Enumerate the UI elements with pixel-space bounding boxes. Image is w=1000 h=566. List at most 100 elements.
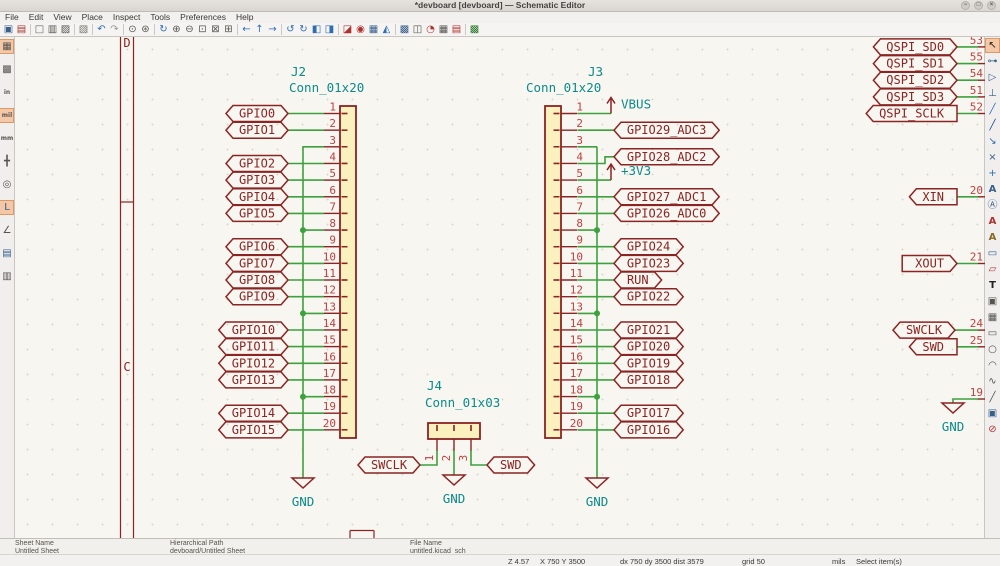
delete-tool-icon[interactable]: ⊘ — [986, 423, 999, 436]
grid-visibility-icon[interactable]: ▦ — [0, 40, 13, 53]
menu-help[interactable]: Help — [231, 12, 258, 23]
close-button[interactable]: × — [987, 1, 996, 10]
free-angle-icon[interactable]: ∠ — [0, 224, 13, 237]
text-tool-icon[interactable]: T — [986, 279, 999, 292]
global-label-GPIO29_ADC3[interactable]: GPIO29_ADC3 — [614, 122, 719, 138]
global-label-SWCLK[interactable]: SWCLK — [358, 457, 420, 473]
bom-icon[interactable]: ▦ — [437, 23, 450, 36]
global-label-GPIO13[interactable]: GPIO13 — [219, 372, 288, 388]
rotate-cw-icon[interactable]: ↻ — [297, 23, 310, 36]
global-label-GPIO3[interactable]: GPIO3 — [226, 172, 288, 188]
highlight-net-icon[interactable]: ⊶ — [986, 55, 999, 68]
erc-icon[interactable]: ◉ — [354, 23, 367, 36]
plot-schematic-icon[interactable]: ▤ — [450, 23, 463, 36]
save-icon[interactable]: ▣ — [2, 23, 15, 36]
global-label-GPIO6[interactable]: GPIO6 — [226, 239, 288, 255]
junction[interactable] — [300, 310, 306, 316]
junction[interactable] — [594, 227, 600, 233]
global-label-GPIO14[interactable]: GPIO14 — [219, 405, 288, 421]
hidden-pins-icon[interactable]: ◎ — [0, 178, 13, 191]
gnd-symbol[interactable]: GND — [292, 478, 315, 509]
find-icon[interactable]: ⊙ — [126, 23, 139, 36]
power-symbol-+3V3[interactable]: +3V3 — [607, 163, 651, 180]
zoom-objects-icon[interactable]: ⊠ — [209, 23, 222, 36]
new-sheet-icon[interactable]: □ — [33, 23, 46, 36]
global-label-GPIO1[interactable]: GPIO1 — [226, 122, 288, 138]
rotate-ccw-icon[interactable]: ↺ — [284, 23, 297, 36]
mirror-h-icon[interactable]: ◧ — [310, 23, 323, 36]
global-label-XIN[interactable]: XIN — [909, 189, 957, 205]
menu-tools[interactable]: Tools — [145, 12, 175, 23]
global-label-SWD[interactable]: SWD — [909, 339, 957, 355]
gnd-symbol[interactable]: GND — [443, 475, 466, 506]
global-label-GPIO23[interactable]: GPIO23 — [614, 255, 683, 271]
global-label-GPIO0[interactable]: GPIO0 — [226, 106, 288, 122]
global-label-GPIO24[interactable]: GPIO24 — [614, 239, 683, 255]
global-label-RUN[interactable]: RUN — [614, 272, 662, 288]
place-power-port-icon[interactable]: ⊥ — [986, 87, 999, 100]
menu-file[interactable]: File — [0, 12, 24, 23]
bulk-edit-icon[interactable]: ◭ — [380, 23, 393, 36]
symbol-fields-table-icon[interactable]: ▦ — [367, 23, 380, 36]
hv-wires-only-icon[interactable]: L — [0, 201, 13, 214]
textbox-tool-icon[interactable]: ▣ — [986, 295, 999, 308]
global-label-GPIO12[interactable]: GPIO12 — [219, 355, 288, 371]
crosshair-cursor-icon[interactable]: ╋ — [0, 155, 13, 168]
select-tool-icon[interactable]: ↖ — [986, 39, 999, 52]
junction[interactable] — [300, 394, 306, 400]
menu-inspect[interactable]: Inspect — [108, 12, 145, 23]
global-label-GPIO26_ADC0[interactable]: GPIO26_ADC0 — [614, 205, 719, 221]
menu-preferences[interactable]: Preferences — [175, 12, 231, 23]
power-symbol-VBUS[interactable]: VBUS — [607, 97, 651, 114]
junction-tool-icon[interactable]: + — [986, 167, 999, 180]
grid-overrides-icon[interactable]: ▩ — [0, 63, 13, 76]
zoom-out-icon[interactable]: ⊖ — [183, 23, 196, 36]
global-label-QSPI_SD3[interactable]: QSPI_SD3 — [873, 89, 957, 105]
global-label-XOUT[interactable]: XOUT — [902, 256, 957, 272]
units-inches-icon[interactable]: in — [0, 86, 13, 99]
junction[interactable] — [594, 394, 600, 400]
nav-forward-icon[interactable]: → — [266, 23, 279, 36]
table-tool-icon[interactable]: ▦ — [986, 311, 999, 324]
connector-J2[interactable]: 1234567891011121314151617181920J2Conn_01… — [289, 64, 364, 438]
global-label-GPIO22[interactable]: GPIO22 — [614, 289, 683, 305]
global-label-GPIO4[interactable]: GPIO4 — [226, 189, 288, 205]
global-label-GPIO10[interactable]: GPIO10 — [219, 322, 288, 338]
undo-icon[interactable]: ↶ — [95, 23, 108, 36]
global-label-GPIO18[interactable]: GPIO18 — [614, 372, 683, 388]
global-label-GPIO19[interactable]: GPIO19 — [614, 355, 683, 371]
sim-icon[interactable]: ◔ — [424, 23, 437, 36]
units-mm-icon[interactable]: mm — [0, 132, 13, 145]
directive-label-icon[interactable]: Ⓐ — [986, 199, 999, 212]
zoom-fit-icon[interactable]: ⊡ — [196, 23, 209, 36]
refresh-icon[interactable]: ↻ — [157, 23, 170, 36]
connector-J3[interactable]: 1234567891011121314151617181920J3Conn_01… — [526, 64, 603, 438]
hierarchy-browser-icon[interactable]: ▩ — [398, 23, 411, 36]
global-label-GPIO20[interactable]: GPIO20 — [614, 339, 683, 355]
global-label-icon[interactable]: A — [986, 215, 999, 228]
gnd-symbol[interactable]: GND — [586, 478, 609, 509]
menu-edit[interactable]: Edit — [24, 12, 49, 23]
global-label-GPIO8[interactable]: GPIO8 — [226, 272, 288, 288]
global-label-GPIO2[interactable]: GPIO2 — [226, 156, 288, 172]
gnd-symbol[interactable]: GND — [942, 403, 965, 434]
line-tool-icon[interactable]: ╱ — [986, 391, 999, 404]
plot-icon[interactable]: ▨ — [59, 23, 72, 36]
place-symbol-icon[interactable]: ▷ — [986, 71, 999, 84]
global-label-GPIO5[interactable]: GPIO5 — [226, 205, 288, 221]
properties-panel-icon[interactable]: ▥ — [0, 270, 13, 283]
schematic-canvas[interactable]: DCGPIO0GPIO1GPIO2GPIO3GPIO4GPIO5GPIO6GPI… — [15, 37, 984, 538]
global-label-GPIO17[interactable]: GPIO17 — [614, 405, 683, 421]
maximize-button[interactable]: □ — [974, 1, 983, 10]
junction[interactable] — [594, 310, 600, 316]
draw-bus-icon[interactable]: ╱ — [986, 119, 999, 132]
minimize-button[interactable]: − — [961, 1, 970, 10]
circle-tool-icon[interactable]: ○ — [986, 343, 999, 356]
global-label-GPIO9[interactable]: GPIO9 — [226, 289, 288, 305]
global-label-QSPI_SCLK[interactable]: QSPI_SCLK — [866, 106, 957, 122]
redo-icon[interactable]: ↷ — [108, 23, 121, 36]
global-label-GPIO15[interactable]: GPIO15 — [219, 422, 288, 438]
symbol-editor-icon[interactable]: ◫ — [411, 23, 424, 36]
zoom-selection-icon[interactable]: ⊞ — [222, 23, 235, 36]
global-label-SWD[interactable]: SWD — [487, 457, 535, 473]
